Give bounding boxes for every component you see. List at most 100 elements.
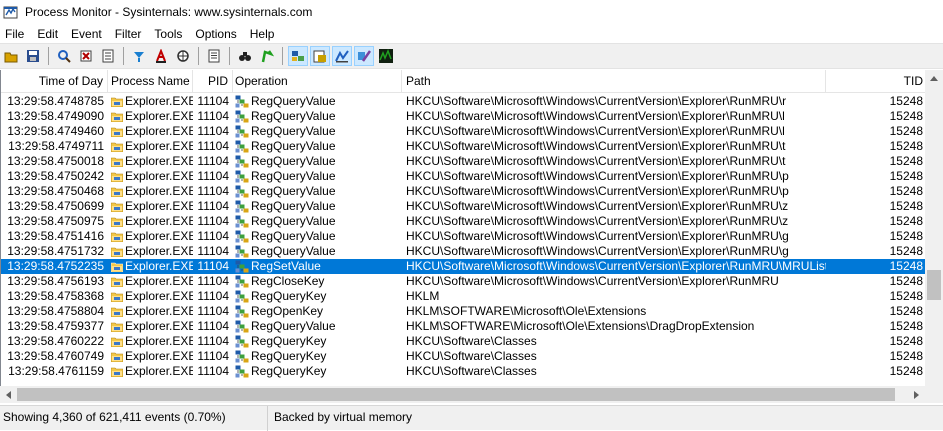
cell-path-text: HKCU\Software\Microsoft\Windows\CurrentV…: [406, 139, 786, 153]
cell-path: HKCU\Software\Classes: [402, 364, 826, 379]
jump-icon[interactable]: [257, 46, 277, 66]
vertical-scroll-thumb[interactable]: [927, 270, 941, 300]
network-activity-icon[interactable]: [332, 46, 352, 66]
explorer-process-icon: [110, 186, 124, 198]
scroll-left-arrow-icon[interactable]: [0, 386, 17, 403]
registry-operation-icon: [235, 155, 249, 168]
cell-tid: 15248: [826, 94, 925, 109]
registry-operation-icon: [235, 185, 249, 198]
cell-path: HKCU\Software\Microsoft\Windows\CurrentV…: [402, 199, 826, 214]
cell-process-name-text: Explorer.EXE: [125, 214, 193, 228]
menu-help[interactable]: Help: [244, 27, 282, 41]
cell-tid: 15248: [826, 289, 925, 304]
registry-activity-icon[interactable]: [288, 46, 308, 66]
event-row[interactable]: 13:29:58.4760749 Explorer.EXE 11104 RegQuer…: [1, 349, 925, 364]
cell-tid: 15248: [826, 304, 925, 319]
menu-filter[interactable]: Filter: [109, 27, 149, 41]
cell-tid: 15248: [826, 169, 925, 184]
title-bar: Process Monitor - Sysinternals: www.sysi…: [0, 0, 943, 24]
registry-operation-icon: [235, 320, 249, 333]
column-header-pid[interactable]: PID: [193, 70, 233, 92]
event-row[interactable]: 13:29:58.4758804 Explorer.EXE 11104 RegOpen…: [1, 304, 925, 319]
cell-path-text: HKCU\Software\Microsoft\Windows\CurrentV…: [406, 199, 789, 213]
registry-operation-icon: [235, 125, 249, 138]
vertical-scrollbar[interactable]: [925, 70, 943, 403]
event-row[interactable]: 13:29:58.4752235 Explorer.EXE 11104 RegSetV…: [1, 259, 925, 274]
event-row[interactable]: 13:29:58.4749460 Explorer.EXE 11104 RegQuer…: [1, 124, 925, 139]
process-tree-icon[interactable]: [204, 46, 224, 66]
event-row[interactable]: 13:29:58.4761159 Explorer.EXE 11104 RegQuer…: [1, 364, 925, 379]
cell-path-text: HKCU\Software\Microsoft\Windows\CurrentV…: [406, 154, 786, 168]
event-row[interactable]: 13:29:58.4749711 Explorer.EXE 11104 RegQuer…: [1, 139, 925, 154]
status-bar: Showing 4,360 of 621,411 events (0.70%) …: [0, 405, 943, 431]
filesystem-activity-icon[interactable]: [310, 46, 330, 66]
cell-pid: 11104: [193, 169, 233, 184]
event-row[interactable]: 13:29:58.4751732 Explorer.EXE 11104 RegQuer…: [1, 244, 925, 259]
event-rows: 13:29:58.4748785 Explorer.EXE 11104 RegQuer…: [1, 94, 925, 379]
column-header-operation[interactable]: Operation: [233, 70, 402, 92]
profiling-activity-icon[interactable]: [376, 46, 396, 66]
event-row[interactable]: 13:29:58.4750242 Explorer.EXE 11104 RegQuer…: [1, 169, 925, 184]
filter-icon[interactable]: [151, 46, 171, 66]
save-icon[interactable]: [23, 46, 43, 66]
column-header-time-of-day[interactable]: Time of Day: [1, 70, 108, 92]
process-activity-icon[interactable]: [354, 46, 374, 66]
menu-options[interactable]: Options: [189, 27, 243, 41]
event-row[interactable]: 13:29:58.4750468 Explorer.EXE 11104 RegQuer…: [1, 184, 925, 199]
cell-process-name: Explorer.EXE: [108, 319, 193, 334]
event-row[interactable]: 13:29:58.4759377 Explorer.EXE 11104 RegQuer…: [1, 319, 925, 334]
cell-pid-text: 11104: [197, 274, 229, 288]
highlight-icon[interactable]: [173, 46, 193, 66]
cell-time-of-day-text: 13:29:58.4750975: [7, 214, 104, 228]
scroll-up-arrow-icon[interactable]: [925, 70, 943, 87]
cell-path: HKCU\Software\Microsoft\Windows\CurrentV…: [402, 229, 826, 244]
cell-operation: RegQueryValue: [233, 124, 402, 139]
explorer-process-icon: [110, 231, 124, 243]
horizontal-scrollbar[interactable]: [0, 386, 925, 403]
explorer-process-icon: [110, 366, 124, 378]
explorer-process-icon: [110, 171, 124, 183]
event-row[interactable]: 13:29:58.4749090 Explorer.EXE 11104 RegQuer…: [1, 109, 925, 124]
menu-file[interactable]: File: [0, 27, 31, 41]
menu-edit[interactable]: Edit: [31, 27, 65, 41]
column-header-tid[interactable]: TID: [826, 70, 925, 92]
event-row[interactable]: 13:29:58.4750699 Explorer.EXE 11104 RegQuer…: [1, 199, 925, 214]
cell-time-of-day-text: 13:29:58.4751732: [7, 244, 104, 258]
cell-path-text: HKCU\Software\Classes: [406, 334, 537, 348]
event-row[interactable]: 13:29:58.4750975 Explorer.EXE 11104 RegQuer…: [1, 214, 925, 229]
autoscroll-icon[interactable]: [98, 46, 118, 66]
event-row[interactable]: 13:29:58.4760222 Explorer.EXE 11104 RegQuer…: [1, 334, 925, 349]
open-icon[interactable]: [1, 46, 21, 66]
magnifier-icon[interactable]: [54, 46, 74, 66]
event-row[interactable]: 13:29:58.4758368 Explorer.EXE 11104 RegQuer…: [1, 289, 925, 304]
cell-path: HKCU\Software\Microsoft\Windows\CurrentV…: [402, 94, 826, 109]
cell-path: HKCU\Software\Microsoft\Windows\CurrentV…: [402, 139, 826, 154]
cell-tid-text: 15248: [889, 184, 923, 198]
find-icon[interactable]: [235, 46, 255, 66]
cell-process-name: Explorer.EXE: [108, 304, 193, 319]
explorer-process-icon: [110, 351, 124, 363]
scroll-right-arrow-icon[interactable]: [908, 386, 925, 403]
menu-event[interactable]: Event: [65, 27, 109, 41]
event-row[interactable]: 13:29:58.4750018 Explorer.EXE 11104 RegQuer…: [1, 154, 925, 169]
clear-icon[interactable]: [129, 46, 149, 66]
cell-tid-text: 15248: [889, 319, 923, 333]
cell-path: HKCU\Software\Microsoft\Windows\CurrentV…: [402, 169, 826, 184]
cell-process-name: Explorer.EXE: [108, 139, 193, 154]
cell-time-of-day: 13:29:58.4750018: [1, 154, 108, 169]
cell-path-text: HKLM\SOFTWARE\Microsoft\Ole\Extensions\D…: [406, 319, 755, 333]
horizontal-scroll-thumb[interactable]: [17, 388, 895, 401]
event-row[interactable]: 13:29:58.4756193 Explorer.EXE 11104 RegClos…: [1, 274, 925, 289]
event-row[interactable]: 13:29:58.4751416 Explorer.EXE 11104 RegQuer…: [1, 229, 925, 244]
event-row[interactable]: 13:29:58.4748785 Explorer.EXE 11104 RegQuer…: [1, 94, 925, 109]
capture-icon[interactable]: [76, 46, 96, 66]
cell-pid-text: 11104: [197, 139, 229, 153]
menu-tools[interactable]: Tools: [148, 27, 189, 41]
column-header-path[interactable]: Path: [402, 70, 826, 92]
cell-path-text: HKLM\SOFTWARE\Microsoft\Ole\Extensions: [406, 304, 647, 318]
column-header-process-name[interactable]: Process Name: [108, 70, 193, 92]
cell-path: HKCU\Software\Microsoft\Windows\CurrentV…: [402, 154, 826, 169]
cell-time-of-day-text: 13:29:58.4752235: [7, 259, 104, 273]
cell-operation-text: RegQueryValue: [251, 94, 336, 108]
cell-tid: 15248: [826, 109, 925, 124]
